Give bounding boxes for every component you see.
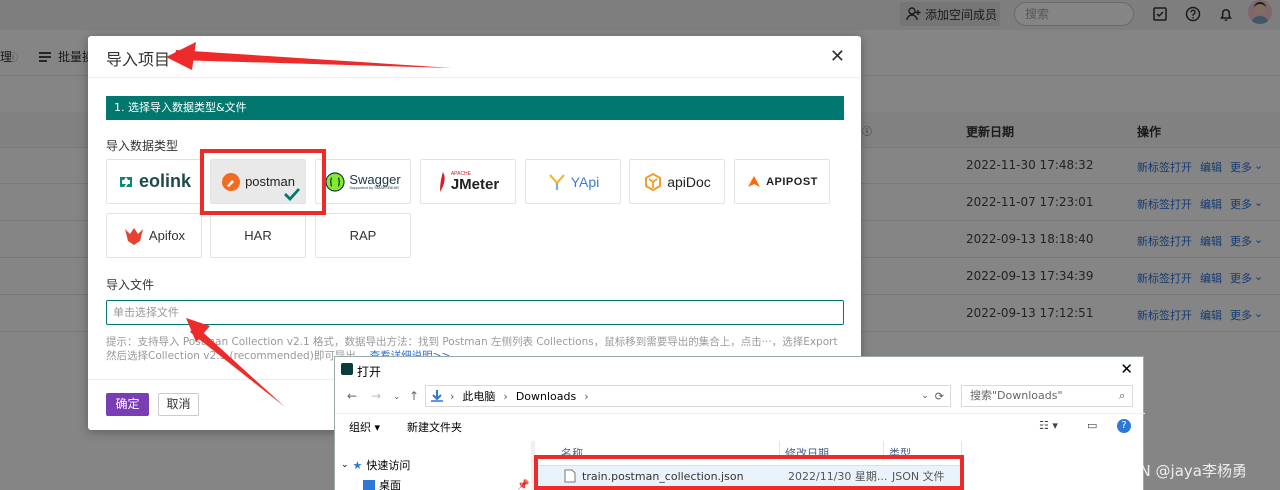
eolink-logo-icon xyxy=(119,176,132,187)
app-icon xyxy=(341,363,353,375)
type-card-yapi[interactable]: YApi xyxy=(525,159,621,204)
forward-arrow-icon[interactable]: → xyxy=(371,389,381,403)
search-icon: ⌕ xyxy=(1119,389,1126,402)
yapi-logo-icon xyxy=(548,173,565,190)
type-apifox-label: Apifox xyxy=(148,228,186,243)
column-divider xyxy=(779,441,780,461)
divider xyxy=(88,77,861,78)
expand-chevron-icon[interactable]: ⌄ xyxy=(341,460,349,470)
data-type-label: 导入数据类型 xyxy=(106,139,179,153)
column-divider xyxy=(883,441,884,461)
preview-pane-icon[interactable]: ▭ xyxy=(1087,419,1097,432)
file-icon xyxy=(564,469,576,483)
downloads-search-input[interactable]: 搜索"Downloads" xyxy=(961,385,1133,407)
type-card-postman[interactable]: postman xyxy=(210,159,306,204)
organize-button[interactable]: 组织 ▾ xyxy=(349,419,380,435)
column-divider xyxy=(961,441,962,461)
pin-icon: 📌 xyxy=(517,479,530,490)
type-jmeter-label: JMeter xyxy=(450,175,500,193)
column-type[interactable]: 类型 xyxy=(889,445,911,461)
confirm-button[interactable]: 确定 xyxy=(106,393,149,416)
type-card-apifox[interactable]: Apifox xyxy=(106,213,202,258)
selected-check-icon xyxy=(284,188,301,201)
refresh-icon[interactable]: ⟳ xyxy=(935,390,944,403)
file-dialog-title: 打开 xyxy=(357,365,382,379)
swagger-subtitle: Supported by SMARTBEAR xyxy=(349,185,400,190)
type-apipost-label: APIPOST xyxy=(766,175,818,188)
jmeter-feather-icon xyxy=(439,171,445,192)
swagger-logo-icon xyxy=(325,171,345,192)
breadcrumb-separator: › xyxy=(450,389,455,403)
cancel-button[interactable]: 取消 xyxy=(158,393,199,416)
address-dropdown-icon[interactable]: ⌄ xyxy=(921,391,929,401)
desktop-label: 桌面 xyxy=(379,479,401,490)
new-folder-button[interactable]: 新建文件夹 xyxy=(407,419,462,435)
watermark: CSDN @jaya李杨勇 xyxy=(1108,462,1247,480)
file-select-input[interactable]: 单击选择文件 xyxy=(106,300,844,325)
type-eolink-label: eolink xyxy=(138,171,191,191)
apidoc-logo-icon xyxy=(645,172,662,191)
type-card-har[interactable]: HAR xyxy=(210,213,306,258)
type-apidoc-label: apiDoc xyxy=(667,173,711,190)
type-card-apidoc[interactable]: apiDoc xyxy=(629,159,725,204)
divider xyxy=(335,413,1145,414)
navigation-pane: ⌄ ★ 快速访问 桌面 📌 xyxy=(335,441,531,490)
swagger-text: Swagger Supported by SMARTBEAR xyxy=(349,173,400,190)
type-har-label: HAR xyxy=(244,228,272,243)
file-label: 导入文件 xyxy=(106,278,155,292)
organize-label: 组织 xyxy=(349,421,371,434)
type-card-swagger[interactable]: Swagger Supported by SMARTBEAR xyxy=(315,159,411,204)
breadcrumb-separator: › xyxy=(503,389,508,403)
close-icon[interactable]: ✕ xyxy=(830,46,845,67)
step-banner: 1. 选择导入数据类型&文件 xyxy=(106,96,844,120)
quick-access-label: 快速访问 xyxy=(366,459,411,472)
up-arrow-icon[interactable]: ↑ xyxy=(409,389,419,403)
file-row[interactable]: train.postman_collection.json 2022/11/30… xyxy=(537,465,962,487)
jmeter-text: APACHE JMeter xyxy=(450,171,500,193)
back-arrow-icon[interactable]: ← xyxy=(347,389,357,403)
tree-desktop[interactable]: 桌面 📌 xyxy=(363,477,529,490)
recent-dropdown-icon[interactable]: ⌄ xyxy=(393,392,401,402)
type-card-apipost[interactable]: APIPOST xyxy=(734,159,830,204)
apifox-logo-icon xyxy=(124,227,143,245)
file-open-dialog: 打开 ✕ ← → ⌄ ↑ › 此电脑 › Downloads › ⌄ ⟳ 搜索"… xyxy=(334,356,1145,490)
type-card-eolink[interactable]: eolink xyxy=(106,159,202,204)
dialog-title: 导入项目 xyxy=(106,50,171,69)
apipost-logo-icon xyxy=(748,175,761,187)
file-name: train.postman_collection.json xyxy=(582,469,744,483)
type-yapi-label: YApi xyxy=(570,173,600,190)
type-card-rap[interactable]: RAP xyxy=(315,213,411,258)
view-options-icon[interactable]: ☷ ▾ xyxy=(1039,419,1058,432)
file-modified: 2022/11/30 星期... xyxy=(788,470,888,483)
address-bar[interactable]: › 此电脑 › Downloads › ⌄ ⟳ xyxy=(425,385,951,407)
download-folder-icon xyxy=(431,390,443,402)
column-name[interactable]: 名称 xyxy=(561,445,583,461)
close-icon[interactable]: ✕ xyxy=(1120,360,1133,378)
type-rap-label: RAP xyxy=(349,228,377,243)
file-list: 名称 修改日期 类型 train.postman_collection.json… xyxy=(535,441,1145,490)
tree-quick-access[interactable]: ⌄ ★ 快速访问 xyxy=(341,457,410,473)
column-modified[interactable]: 修改日期 xyxy=(785,445,829,461)
desktop-icon xyxy=(363,480,375,490)
type-card-jmeter[interactable]: APACHE JMeter xyxy=(420,159,516,204)
file-type: JSON 文件 xyxy=(892,470,945,483)
breadcrumb-this-pc[interactable]: 此电脑 xyxy=(462,388,495,404)
breadcrumb-separator: › xyxy=(584,389,589,403)
breadcrumb-downloads[interactable]: Downloads xyxy=(516,390,576,403)
help-icon[interactable]: ? xyxy=(1117,419,1131,433)
star-icon: ★ xyxy=(352,458,363,472)
postman-logo-icon xyxy=(222,172,241,191)
